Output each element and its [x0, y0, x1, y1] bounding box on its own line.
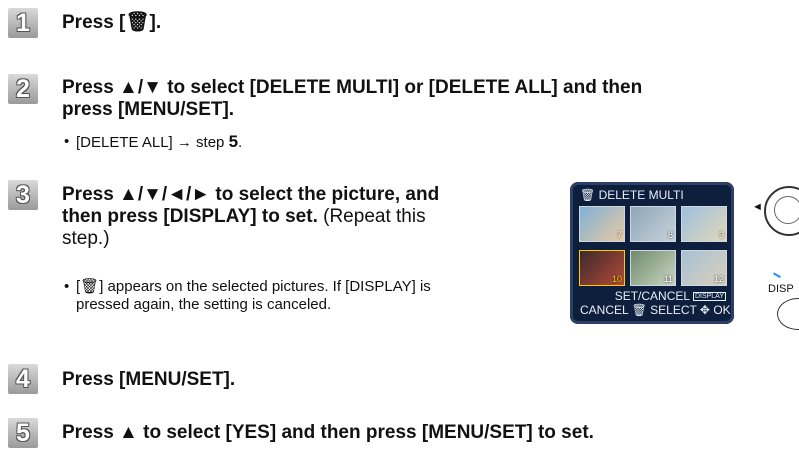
- step-4-badge: 4: [8, 364, 38, 394]
- step-2-badge: 2: [8, 74, 38, 104]
- step-2-note-tail: .: [238, 134, 243, 151]
- thumbnail-number: 12: [713, 274, 724, 284]
- step-3-heading-line2: then press [DISPLAY] to set. (Repeat thi…: [62, 206, 426, 228]
- set-cancel-text: SET/CANCEL: [614, 289, 690, 303]
- screen-set-cancel: SET/CANCEL DISPLAY: [615, 289, 726, 303]
- control-dial-icon: [764, 186, 799, 236]
- step-1-heading: Press [🗑].: [62, 12, 162, 33]
- left-arrow-icon: ◄: [752, 201, 763, 213]
- step-2-number: 2: [16, 74, 30, 103]
- thumbnail-number: 7: [616, 230, 622, 240]
- step-3-heading-line3-normal: step.): [62, 228, 110, 249]
- thumbnail-number: 11: [663, 274, 673, 284]
- step-2-bullet: •: [64, 133, 70, 150]
- thumbnail-selected: 10: [579, 250, 625, 286]
- step-4-heading: Press [MENU/SET].: [62, 369, 236, 390]
- thumbnail: 11: [630, 250, 676, 286]
- step-1-badge: 1: [8, 8, 38, 38]
- thumbnail: 8: [630, 206, 676, 242]
- step-3-bullet: •: [64, 278, 70, 295]
- step-2-note-step: 5: [228, 132, 239, 151]
- step-3-note-line1: [🗑] appears on the selected pictures. If…: [76, 278, 431, 295]
- step-5-number: 5: [16, 418, 30, 447]
- thumbnail-number: 9: [718, 230, 724, 240]
- step-3-number: 3: [16, 180, 30, 209]
- thumbnail: 9: [681, 206, 727, 242]
- step-3-heading-line2-bold: then press [DISPLAY] to set.: [62, 206, 318, 227]
- step-2-heading-line1: Press ▲/▼ to select [DELETE MULTI] or [D…: [62, 77, 643, 98]
- thumbnail: 7: [579, 206, 625, 242]
- thumbnail-number: 8: [667, 230, 673, 240]
- step-2-heading-line2: press [MENU/SET].: [62, 99, 235, 120]
- screen-footer: CANCEL 🗑 SELECT ✥ OK: [580, 303, 731, 317]
- press-indicator-icon: [771, 272, 781, 282]
- display-button-icon: [777, 298, 799, 330]
- step-3-heading-line2-normal: (Repeat this: [317, 206, 426, 227]
- step-3-heading-line3: step.): [62, 228, 110, 250]
- step-3-badge: 3: [8, 180, 38, 210]
- step-3-note-line2: pressed again, the setting is canceled.: [76, 296, 332, 313]
- thumbnail: 12: [681, 250, 727, 286]
- step-1-number: 1: [16, 8, 30, 37]
- display-button-label: DISP: [768, 283, 794, 295]
- camera-screen: 🗑 DELETE MULTI 7 8 9 10 11 12 SET/CANCEL…: [570, 182, 734, 324]
- display-tag: DISPLAY: [692, 292, 726, 302]
- step-2-note-text: [DELETE ALL] → step: [76, 134, 229, 151]
- step-2-note: [DELETE ALL] → step 5.: [76, 133, 242, 152]
- step-5-heading: Press ▲ to select [YES] and then press […: [62, 422, 594, 443]
- step-4-number: 4: [16, 364, 30, 393]
- thumbnail-number: 10: [611, 274, 622, 284]
- screen-title: 🗑 DELETE MULTI: [580, 188, 684, 202]
- step-5-badge: 5: [8, 418, 38, 448]
- step-3-heading-line1: Press ▲/▼/◄/► to select the picture, and: [62, 184, 440, 205]
